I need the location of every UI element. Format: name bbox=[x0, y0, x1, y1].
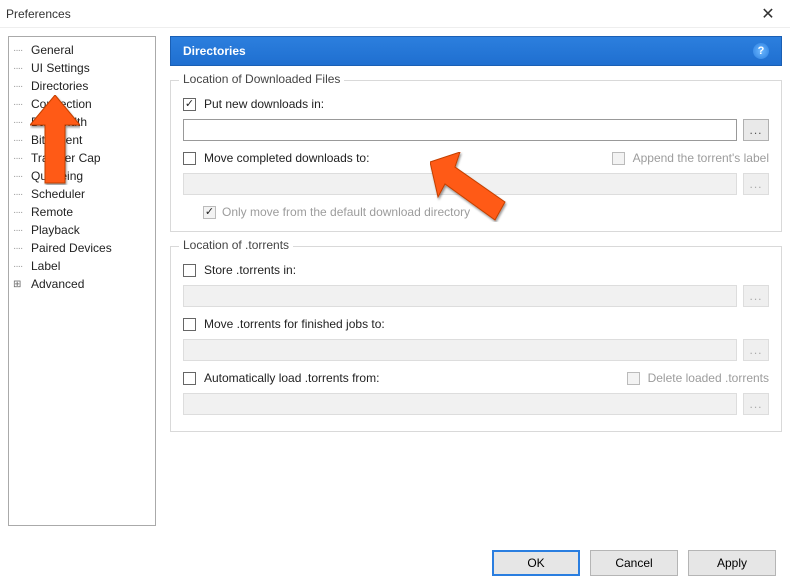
path-row-move-completed: ... bbox=[183, 173, 769, 195]
sidebar-item-connection[interactable]: ····Connection bbox=[11, 95, 153, 113]
content-area: ····General ····UI Settings ····Director… bbox=[0, 28, 790, 526]
titlebar: Preferences ✕ bbox=[0, 0, 790, 28]
group-downloaded-files: Location of Downloaded Files Put new dow… bbox=[170, 80, 782, 232]
sidebar-item-bittorrent[interactable]: ····BitTorrent bbox=[11, 131, 153, 149]
window-title: Preferences bbox=[6, 7, 71, 21]
label-move-completed: Move completed downloads to: bbox=[204, 151, 369, 165]
sidebar-item-label[interactable]: ····Label bbox=[11, 257, 153, 275]
label-store-torrents: Store .torrents in: bbox=[204, 263, 296, 277]
row-put-new: Put new downloads in: bbox=[183, 97, 769, 111]
checkbox-only-move-default bbox=[203, 206, 216, 219]
path-row-move-finished: ... bbox=[183, 339, 769, 361]
sidebar-tree: ····General ····UI Settings ····Director… bbox=[8, 36, 156, 526]
label-move-finished: Move .torrents for finished jobs to: bbox=[204, 317, 385, 331]
input-move-completed-path bbox=[183, 173, 737, 195]
label-append-label: Append the torrent's label bbox=[633, 151, 769, 165]
sidebar-item-scheduler[interactable]: ····Scheduler bbox=[11, 185, 153, 203]
browse-button-store-torrents: ... bbox=[743, 285, 769, 307]
sidebar-item-playback[interactable]: ····Playback bbox=[11, 221, 153, 239]
checkbox-store-torrents[interactable] bbox=[183, 264, 196, 277]
group-legend: Location of Downloaded Files bbox=[179, 72, 344, 86]
label-auto-load: Automatically load .torrents from: bbox=[204, 371, 379, 385]
sidebar-item-bandwidth[interactable]: ····Bandwidth bbox=[11, 113, 153, 131]
input-put-new-path[interactable] bbox=[183, 119, 737, 141]
label-delete-loaded: Delete loaded .torrents bbox=[648, 371, 769, 385]
help-icon[interactable]: ? bbox=[753, 43, 769, 59]
row-only-move-default: Only move from the default download dire… bbox=[203, 205, 769, 219]
path-row-put-new: ... bbox=[183, 119, 769, 141]
close-icon[interactable]: ✕ bbox=[754, 4, 782, 24]
checkbox-put-new[interactable] bbox=[183, 98, 196, 111]
path-row-store-torrents: ... bbox=[183, 285, 769, 307]
group-torrent-files: Location of .torrents Store .torrents in… bbox=[170, 246, 782, 432]
path-row-auto-load: ... bbox=[183, 393, 769, 415]
checkbox-move-finished[interactable] bbox=[183, 318, 196, 331]
sidebar-item-general[interactable]: ····General bbox=[11, 41, 153, 59]
checkbox-auto-load[interactable] bbox=[183, 372, 196, 385]
sidebar-item-paired-devices[interactable]: ····Paired Devices bbox=[11, 239, 153, 257]
apply-button[interactable]: Apply bbox=[688, 550, 776, 576]
ok-button[interactable]: OK bbox=[492, 550, 580, 576]
sidebar-item-remote[interactable]: ····Remote bbox=[11, 203, 153, 221]
input-auto-load-path bbox=[183, 393, 737, 415]
row-move-completed: Move completed downloads to: Append the … bbox=[183, 151, 769, 165]
dialog-button-row: OK Cancel Apply bbox=[492, 550, 776, 576]
sidebar-item-ui-settings[interactable]: ····UI Settings bbox=[11, 59, 153, 77]
label-put-new: Put new downloads in: bbox=[204, 97, 324, 111]
label-only-move-default: Only move from the default download dire… bbox=[222, 205, 470, 219]
row-auto-load: Automatically load .torrents from: Delet… bbox=[183, 371, 769, 385]
input-store-torrents-path bbox=[183, 285, 737, 307]
sidebar-item-directories[interactable]: ····Directories bbox=[11, 77, 153, 95]
browse-button-put-new[interactable]: ... bbox=[743, 119, 769, 141]
sidebar-item-queueing[interactable]: ····Queueing bbox=[11, 167, 153, 185]
panel-title: Directories bbox=[183, 44, 246, 58]
checkbox-move-completed[interactable] bbox=[183, 152, 196, 165]
panel-header: Directories ? bbox=[170, 36, 782, 66]
row-store-torrents: Store .torrents in: bbox=[183, 263, 769, 277]
row-move-finished: Move .torrents for finished jobs to: bbox=[183, 317, 769, 331]
sidebar-item-advanced[interactable]: ⊞ Advanced bbox=[11, 275, 153, 293]
input-move-finished-path bbox=[183, 339, 737, 361]
checkbox-append-label bbox=[612, 152, 625, 165]
browse-button-move-finished: ... bbox=[743, 339, 769, 361]
main-panel: Directories ? Location of Downloaded Fil… bbox=[170, 36, 782, 518]
browse-button-move-completed: ... bbox=[743, 173, 769, 195]
checkbox-delete-loaded bbox=[627, 372, 640, 385]
group-legend-2: Location of .torrents bbox=[179, 238, 293, 252]
sidebar-item-transfer-cap[interactable]: ····Transfer Cap bbox=[11, 149, 153, 167]
browse-button-auto-load: ... bbox=[743, 393, 769, 415]
cancel-button[interactable]: Cancel bbox=[590, 550, 678, 576]
